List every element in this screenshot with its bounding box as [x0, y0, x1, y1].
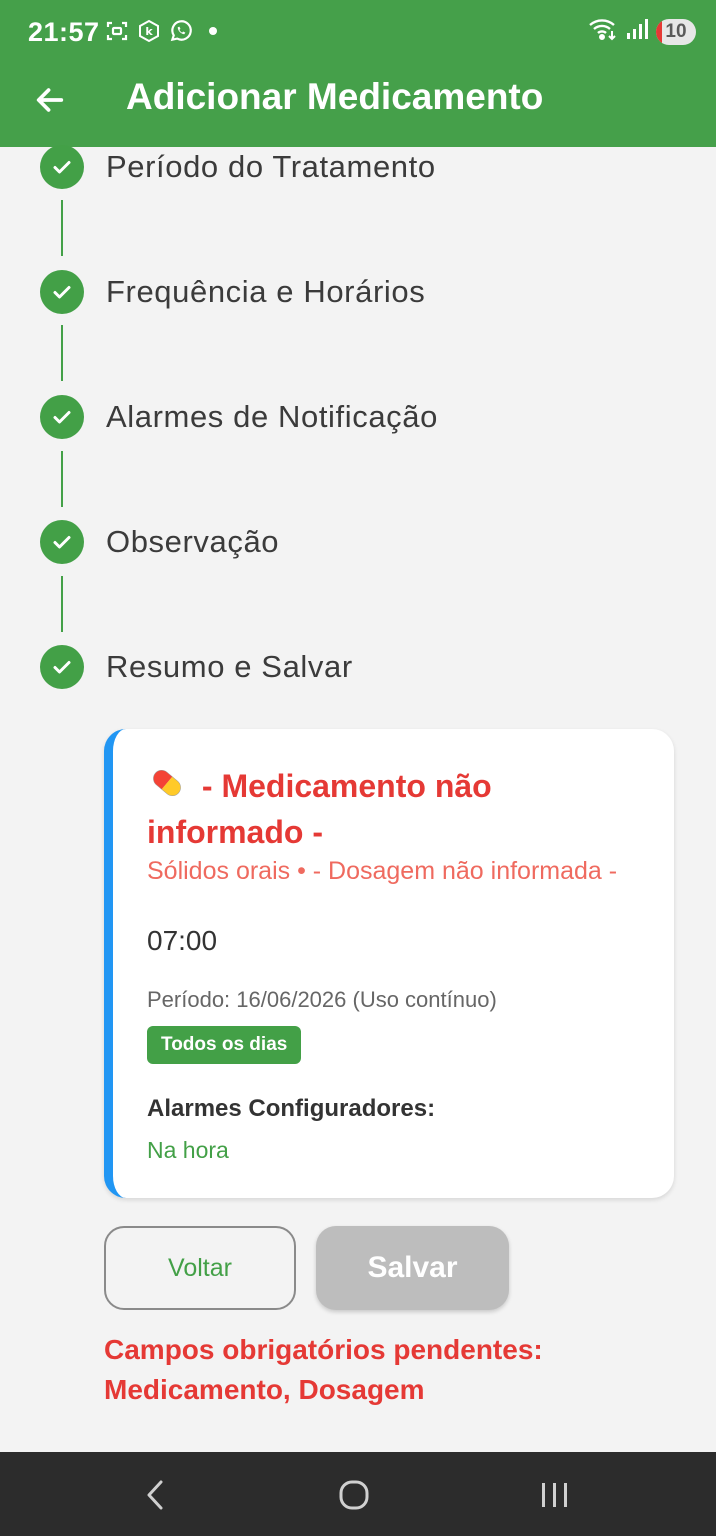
- check-icon: [40, 395, 84, 439]
- pending-title: Campos obrigatórios pendentes:: [104, 1334, 543, 1365]
- pill-emoji-icon: [153, 770, 181, 796]
- dose-time: 07:00: [147, 925, 218, 956]
- step-connector: [61, 200, 63, 256]
- step-connector: [61, 325, 63, 381]
- whatsapp-icon: [168, 18, 194, 44]
- save-button[interactable]: Salvar: [316, 1226, 509, 1310]
- svg-text:k: k: [145, 25, 153, 38]
- step-alarms[interactable]: Alarmes de Notificação: [40, 395, 680, 439]
- system-nav-bar: [0, 1452, 716, 1536]
- frequency-badge: Todos os dias: [147, 1026, 302, 1064]
- signal-icon: [626, 18, 648, 45]
- dot-icon: [200, 18, 226, 44]
- summary-card: - Medicamento não informado - Sólidos or…: [104, 729, 674, 1198]
- alarms-heading: Alarmes Configuradores:: [147, 1095, 436, 1122]
- recents-icon: [542, 1483, 567, 1507]
- pending-fields: Medicamento, Dosagem: [104, 1374, 425, 1405]
- battery-indicator: 10: [656, 18, 696, 45]
- nav-home-button[interactable]: [329, 1470, 379, 1520]
- medication-name: - Medicamento não informado -: [147, 768, 492, 850]
- nav-back-button[interactable]: [130, 1470, 180, 1520]
- check-icon: [40, 145, 84, 189]
- home-circle-icon: [339, 1480, 369, 1510]
- arrow-left-icon: [36, 88, 64, 112]
- step-summary[interactable]: Resumo e Salvar: [40, 645, 680, 689]
- chevron-left-icon: [147, 1480, 163, 1510]
- status-bar: 21:57 k 10: [0, 0, 716, 64]
- back-button[interactable]: [28, 78, 72, 122]
- battery-level: 10: [665, 20, 687, 42]
- status-time: 21:57: [28, 17, 100, 47]
- nav-recents-button[interactable]: [530, 1470, 580, 1520]
- top-bar: 21:57 k 10 Adicionar Medicamento: [0, 0, 716, 147]
- step-connector: [61, 576, 63, 632]
- step-label: Frequência e Horários: [106, 274, 426, 309]
- step-label: Período do Tratamento: [106, 149, 436, 184]
- app-bar: Adicionar Medicamento: [0, 64, 716, 147]
- step-treatment-period[interactable]: Período do Tratamento: [40, 145, 680, 189]
- k-app-icon: k: [136, 18, 162, 44]
- treatment-period: Período: 16/06/2026 (Uso contínuo): [147, 987, 497, 1012]
- step-label: Alarmes de Notificação: [106, 399, 438, 434]
- screenshot-icon: [104, 18, 130, 44]
- step-frequency[interactable]: Frequência e Horários: [40, 270, 680, 314]
- step-label: Resumo e Salvar: [106, 649, 353, 684]
- pending-fields-message: Campos obrigatórios pendentes: Medicamen…: [104, 1330, 684, 1410]
- check-icon: [40, 270, 84, 314]
- step-observation[interactable]: Observação: [40, 520, 680, 564]
- check-icon: [40, 645, 84, 689]
- step-connector: [61, 451, 63, 507]
- medication-subtitle: Sólidos orais • - Dosagem não informada …: [147, 857, 618, 885]
- alarm-item: Na hora: [147, 1137, 229, 1163]
- back-step-button[interactable]: Voltar: [104, 1226, 296, 1310]
- wifi-icon: [588, 17, 618, 46]
- step-label: Observação: [106, 524, 280, 559]
- page-title: Adicionar Medicamento: [126, 76, 544, 117]
- check-icon: [40, 520, 84, 564]
